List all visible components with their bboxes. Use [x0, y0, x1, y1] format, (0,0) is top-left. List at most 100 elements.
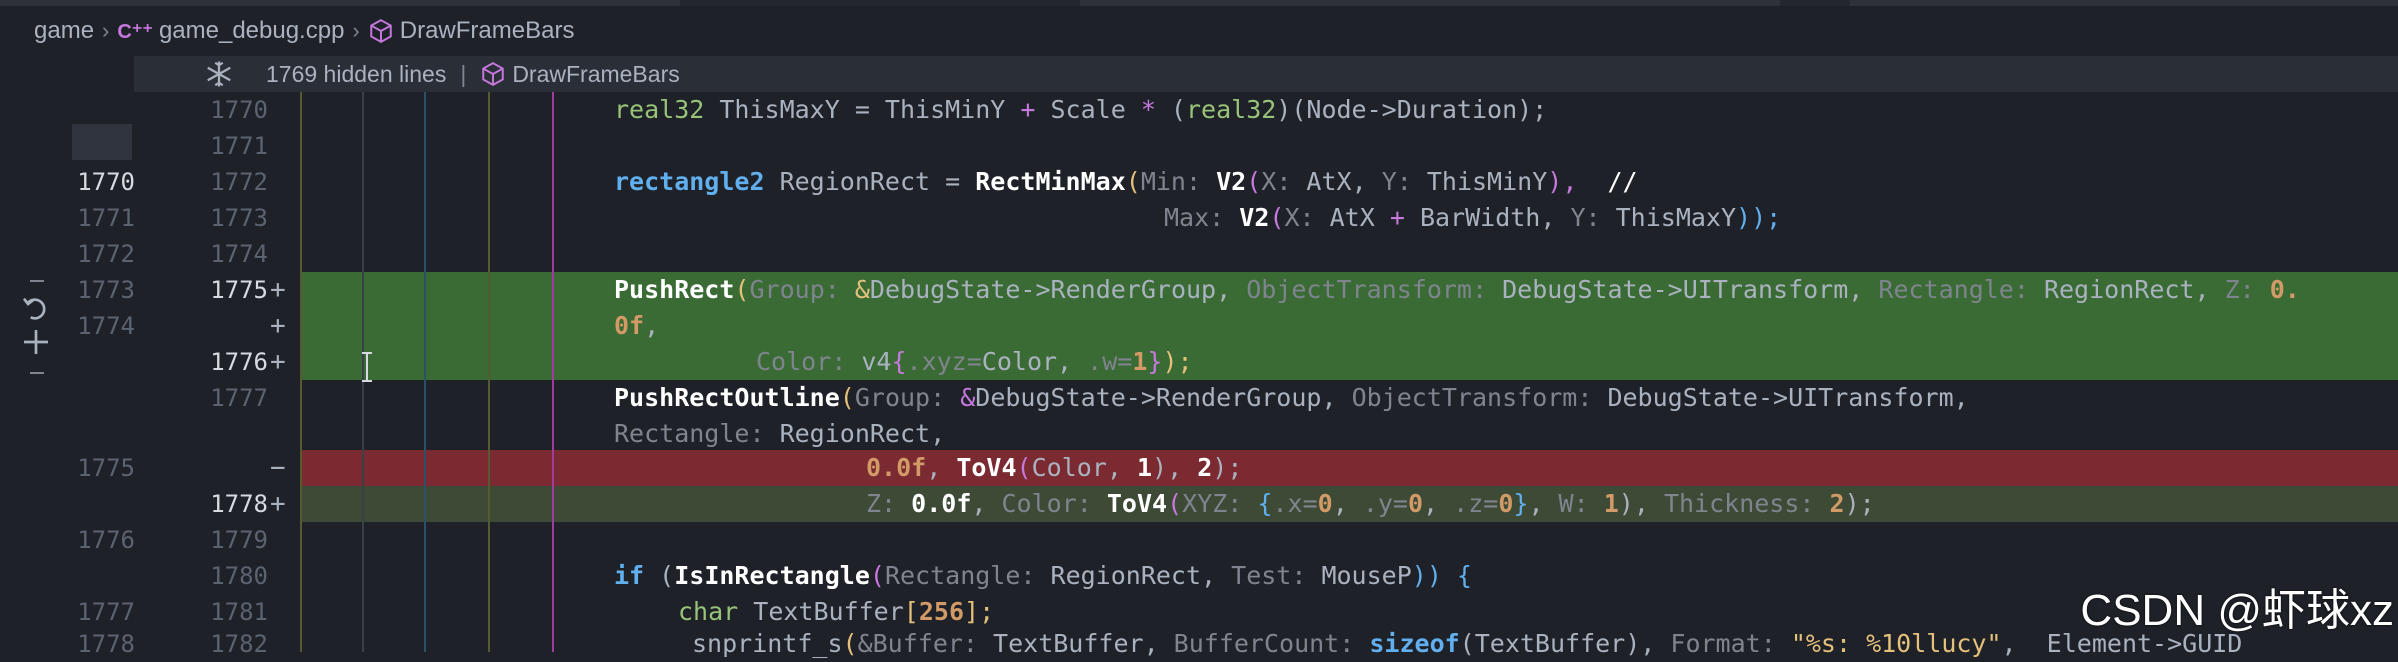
code-line[interactable]: rectangle2 RegionRect = RectMinMax(Min: … [0, 164, 2398, 200]
token-number: 1 [1136, 453, 1153, 482]
code-line[interactable]: snprintf_s(&Buffer: TextBuffer, BufferCo… [0, 626, 2398, 662]
token-paren: ( [1269, 203, 1285, 232]
token-type: rectangle2 [614, 167, 765, 196]
inlay-hint: Y: [1570, 203, 1601, 232]
token: , [1332, 489, 1363, 518]
token-type: char [678, 597, 739, 626]
inlay-hint: Max: [1164, 203, 1225, 232]
inlay-hint: Z: [2224, 275, 2255, 304]
inlay-hint: Rectangle: [884, 561, 1036, 590]
watermark: CSDN @虾球xz [2080, 586, 2394, 635]
token: RegionRect, [2028, 275, 2225, 304]
line-number: 1772 [77, 240, 135, 268]
hidden-lines-bar[interactable]: 1769 hidden lines | DrawFrameBars [134, 56, 2398, 92]
token: , [644, 311, 660, 340]
inlay-hint: W: [1558, 489, 1589, 518]
inlay-hint: Color: [756, 347, 847, 376]
token-function: RectMinMax [975, 167, 1126, 196]
inlay-hint: X: [1261, 167, 1292, 196]
token: , [1106, 453, 1137, 482]
token-brace: { [1257, 489, 1273, 518]
token-brace: } [1513, 489, 1529, 518]
breadcrumb: game › C⁺⁺ game_debug.cpp › DrawFrameBar… [0, 6, 2398, 56]
code-line[interactable]: Max: V2(X: AtX + BarWidth, Y: ThisMaxY))… [0, 200, 2398, 236]
line-number: 1774 [210, 240, 268, 268]
token-number: 2 [1829, 489, 1845, 518]
token-function: snprintf_s [692, 629, 843, 658]
inlay-hint: Rectangle: [1878, 275, 2029, 304]
code-line[interactable]: Rectangle: RegionRect, [0, 416, 2398, 452]
inlay-hint: .y= [1362, 489, 1408, 518]
inlay-hint: .w= [1087, 347, 1133, 376]
inlay-hint: Min: [1140, 167, 1202, 196]
inlay-hint: &Buffer: [857, 629, 978, 658]
code-line[interactable]: real32 ThisMaxY = ThisMinY + Scale * (re… [0, 92, 2398, 128]
inlay-hint: Z: [866, 489, 897, 518]
token-number: 1 [1603, 489, 1619, 518]
token: (TextBuffer), [1459, 629, 1671, 658]
token-operator: * [1140, 95, 1156, 124]
token-type: real32 [614, 95, 705, 124]
token: AtX, [1291, 167, 1382, 196]
token-function: PushRectOutline [614, 383, 840, 412]
cube-icon [482, 62, 505, 86]
text-cursor-icon [362, 352, 372, 382]
token-brace: } [1147, 347, 1163, 376]
breadcrumb-symbol[interactable]: DrawFrameBars [400, 17, 575, 45]
token: ThisMinY [1411, 167, 1548, 196]
code-line[interactable]: PushRectOutline(Group: &DebugState->Rend… [0, 380, 2398, 416]
token-paren: ( [839, 383, 855, 412]
token: )(Node->Duration); [1276, 95, 1548, 124]
token-paren: ), [1547, 167, 1578, 196]
token-function: ToV4 [956, 453, 1017, 482]
token-operator: & [960, 383, 976, 412]
token-paren: ( [734, 275, 750, 304]
token-bracket: ]; [964, 597, 995, 626]
code-line[interactable]: 0.0f, ToV4(Color, 1), 2); [0, 450, 2398, 486]
code-line[interactable]: if (IsInRectangle(Rectangle: RegionRect,… [0, 558, 2398, 594]
token: TextBuffer [738, 597, 904, 626]
inlay-hint: .xyz= [906, 347, 982, 376]
inlay-hint: .z= [1453, 489, 1499, 518]
token: DebugState->UITransform, [1592, 383, 1969, 412]
token-number: 0. [2254, 275, 2300, 304]
token: Scale [1035, 95, 1141, 124]
token-function: V2 [1239, 203, 1270, 232]
token-paren: ( [1125, 167, 1141, 196]
inlay-hint: Color: [1001, 489, 1092, 518]
token-paren: ); [1162, 347, 1193, 376]
cube-icon [370, 19, 392, 43]
token: DebugState->UITransform, [1487, 275, 1879, 304]
token-brace: { [891, 347, 907, 376]
token: ( [1155, 95, 1186, 124]
code-line[interactable]: char TextBuffer[256]; [0, 594, 2398, 630]
token-function: IsInRectangle [674, 561, 870, 590]
token-paren: ( [842, 629, 858, 658]
token: DebugState->RenderGroup, [869, 275, 1247, 304]
token: ThisMaxY [1600, 203, 1737, 232]
token-keyword: sizeof [1369, 629, 1460, 658]
token: ThisMaxY = ThisMinY [704, 95, 1021, 124]
code-line[interactable]: Z: 0.0f, Color: ToV4(XYZ: {.x=0, .y=0, .… [0, 486, 2398, 522]
code-line[interactable]: 0f, [0, 308, 2398, 344]
token-paren: )); [1736, 203, 1782, 232]
token-paren: ( [1246, 167, 1262, 196]
token: RegionRect, [764, 419, 946, 448]
code-line[interactable]: PushRect(Group: &DebugState->RenderGroup… [0, 272, 2398, 308]
token-number: 2 [1197, 453, 1213, 482]
token: ), [1152, 453, 1198, 482]
inlay-hint: XYZ: [1182, 489, 1243, 518]
token: , [926, 453, 957, 482]
inlay-hint: Group: [854, 383, 946, 412]
token: ); [1212, 453, 1243, 482]
token-function: ToV4 [1106, 489, 1168, 518]
token: AtX [1314, 203, 1390, 232]
inlay-hint: Group: [749, 275, 840, 304]
token: ); [1844, 489, 1875, 518]
